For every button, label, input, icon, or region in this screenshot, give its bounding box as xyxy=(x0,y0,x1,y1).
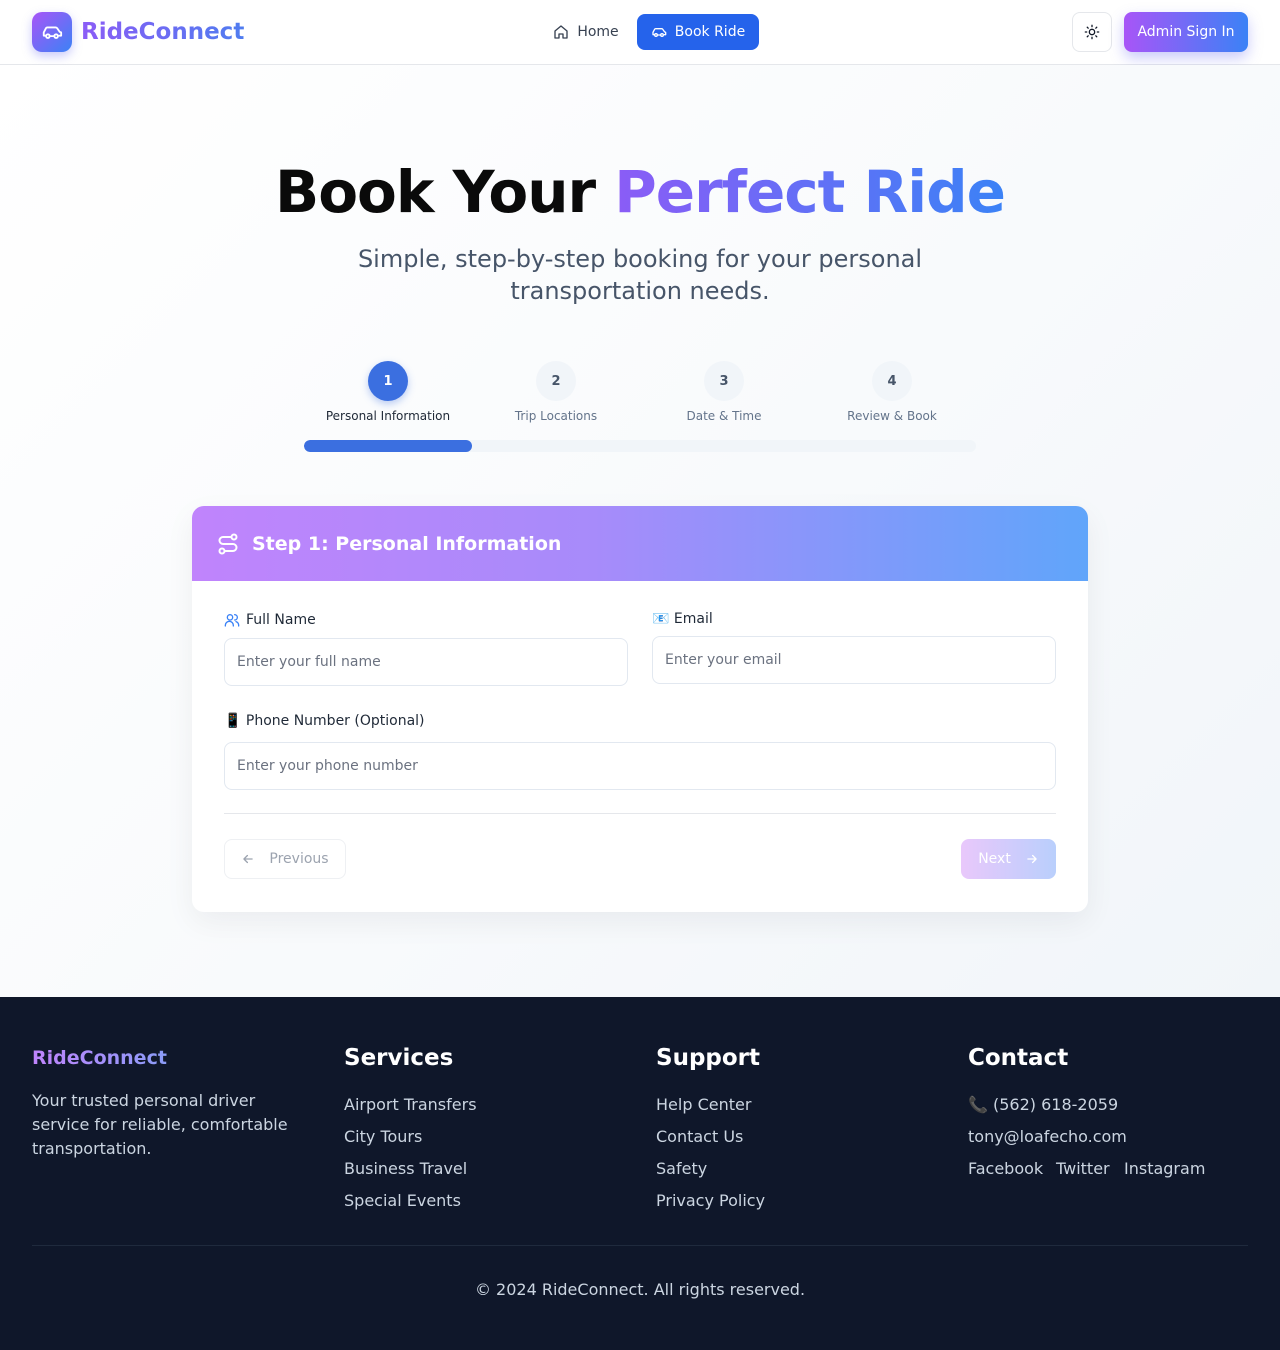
step-indicator-1: 1 Personal Information xyxy=(304,361,472,423)
step-label: Personal Information xyxy=(325,409,451,423)
car-icon xyxy=(42,26,63,39)
footer-copyright: © 2024 RideConnect. All rights reserved. xyxy=(474,1280,806,1299)
page-subtitle: Simple, step-by-step booking for your pe… xyxy=(357,245,923,305)
phone-input[interactable] xyxy=(224,742,1056,790)
email-label-text: 📧 Email xyxy=(652,611,713,627)
footer-link-airport-transfers[interactable]: Airport Transfers xyxy=(344,1094,477,1116)
card-title: Step 1: Personal Information xyxy=(252,532,562,555)
footer-link-safety[interactable]: Safety xyxy=(656,1158,707,1180)
nav-home-link[interactable]: Home xyxy=(544,14,628,50)
site-footer: RideConnect Your trusted personal driver… xyxy=(0,997,1280,1350)
sun-icon xyxy=(1084,24,1100,40)
footer-link-contact-us[interactable]: Contact Us xyxy=(656,1126,743,1148)
footer-tagline: Your trusted personal driver service for… xyxy=(32,1091,288,1158)
step-indicator-4: 4 Review & Book xyxy=(808,361,976,423)
card-header: Step 1: Personal Information xyxy=(192,506,1088,581)
admin-sign-in-button[interactable]: Admin Sign In xyxy=(1124,12,1248,52)
step-label: Trip Locations xyxy=(514,409,598,423)
user-icon xyxy=(224,614,240,627)
step-number: 2 xyxy=(536,361,576,401)
footer-link-business-travel[interactable]: Business Travel xyxy=(344,1158,467,1180)
email-label: 📧 Email xyxy=(652,611,713,627)
step-progress-bar xyxy=(304,440,976,452)
page-title: Book Your Perfect Ride xyxy=(0,157,1280,227)
footer-link-city-tours[interactable]: City Tours xyxy=(344,1126,422,1148)
footer-link-special-events[interactable]: Special Events xyxy=(344,1190,461,1212)
phone-label: 📱 Phone Number (Optional) xyxy=(224,713,425,729)
step-number: 4 xyxy=(872,361,912,401)
footer-services-title: Services xyxy=(344,1045,454,1071)
brand-name[interactable]: RideConnect xyxy=(81,16,244,48)
car-icon xyxy=(652,27,667,37)
footer-contact-title: Contact xyxy=(968,1045,1069,1071)
previous-label: Previous xyxy=(269,851,329,867)
route-icon xyxy=(218,533,238,554)
booking-section: Book Your Perfect Ride Simple, step-by-s… xyxy=(0,65,1280,997)
arrow-right-icon xyxy=(1027,854,1037,864)
nav-book-ride-link[interactable]: Book Ride xyxy=(637,14,759,50)
full-name-label-text: Full Name xyxy=(246,612,316,628)
footer-link-help-center[interactable]: Help Center xyxy=(656,1094,751,1116)
footer-link-privacy-policy[interactable]: Privacy Policy xyxy=(656,1190,765,1212)
page-title-highlight: Perfect Ride xyxy=(614,158,1006,226)
email-input[interactable] xyxy=(652,636,1056,684)
phone-label-text: 📱 Phone Number (Optional) xyxy=(224,713,425,729)
top-navbar: RideConnect Home Book Ride Admin Sign In xyxy=(0,0,1280,65)
next-label: Next xyxy=(978,851,1011,867)
step-indicator-2: 2 Trip Locations xyxy=(472,361,640,423)
previous-button[interactable]: Previous xyxy=(224,839,346,879)
footer-email-link[interactable]: tony@loafecho.com xyxy=(968,1126,1127,1148)
nav-book-ride-label: Book Ride xyxy=(674,24,746,40)
form-divider xyxy=(224,813,1056,814)
footer-social-twitter[interactable]: Twitter xyxy=(1056,1158,1110,1180)
step-indicator-3: 3 Date & Time xyxy=(640,361,808,423)
footer-support-title: Support xyxy=(656,1045,761,1071)
step-progress-fill xyxy=(304,440,472,452)
footer-divider xyxy=(32,1245,1248,1246)
next-button[interactable]: Next xyxy=(961,839,1056,879)
step-label: Date & Time xyxy=(686,409,762,423)
logo-badge[interactable] xyxy=(32,12,72,52)
step-number: 3 xyxy=(704,361,744,401)
arrow-left-icon xyxy=(243,854,254,864)
footer-social-facebook[interactable]: Facebook xyxy=(968,1158,1043,1180)
full-name-label: Full Name xyxy=(224,612,316,628)
page-title-plain: Book Your xyxy=(275,158,615,226)
full-name-input[interactable] xyxy=(224,638,628,686)
nav-home-label: Home xyxy=(577,24,619,40)
footer-phone: 📞 (562) 618-2059 xyxy=(968,1095,1119,1114)
step-number: 1 xyxy=(368,361,408,401)
personal-info-card: Step 1: Personal Information Full Name 📧… xyxy=(192,506,1088,912)
footer-brand: RideConnect xyxy=(32,1047,167,1069)
step-label: Review & Book xyxy=(847,409,937,423)
theme-toggle-button[interactable] xyxy=(1072,12,1112,52)
home-icon xyxy=(554,25,568,39)
footer-social-instagram[interactable]: Instagram xyxy=(1124,1158,1205,1180)
